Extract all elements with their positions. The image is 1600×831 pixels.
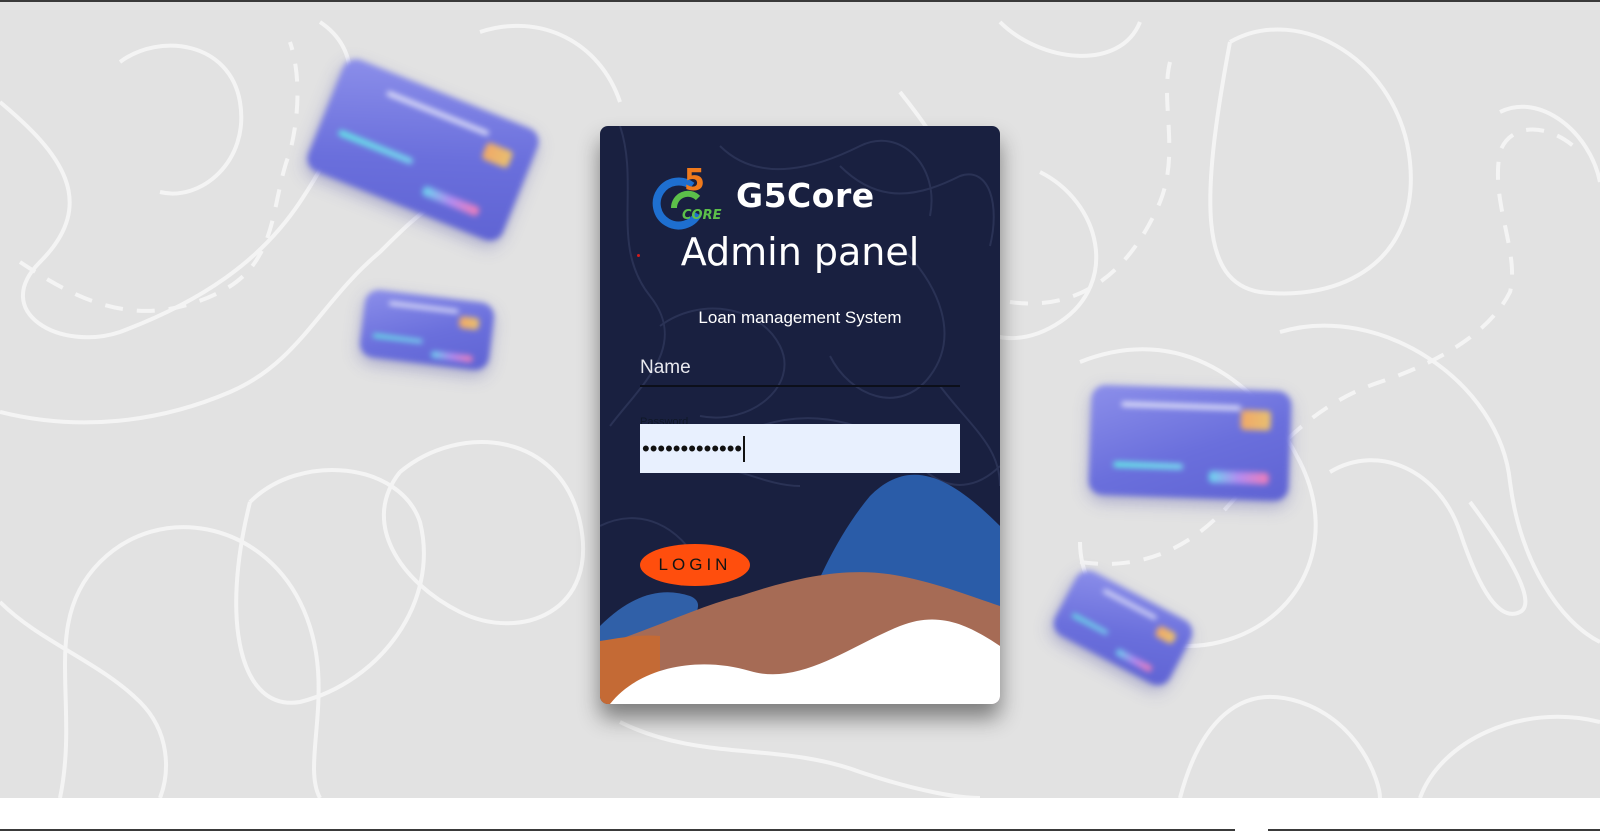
- brand-name: G5Core: [736, 176, 875, 215]
- name-input[interactable]: [640, 351, 960, 387]
- logo-digit: 5: [684, 164, 705, 198]
- bottom-strip: [0, 798, 1600, 831]
- credit-card-decoration: [1088, 384, 1292, 502]
- g5core-logo-icon: 5 CORE: [652, 164, 722, 230]
- login-card: 5 CORE G5Core Admin panel Loan managemen…: [600, 126, 1000, 704]
- page-title: Admin panel: [680, 230, 920, 274]
- login-button[interactable]: LOGIN: [640, 544, 750, 586]
- text-caret: [743, 435, 746, 462]
- password-input[interactable]: •••••••••••••: [640, 424, 960, 473]
- logo-text: CORE: [682, 208, 722, 223]
- page-subtitle: Loan management System: [698, 308, 902, 327]
- password-mask: •••••••••••••: [642, 435, 743, 461]
